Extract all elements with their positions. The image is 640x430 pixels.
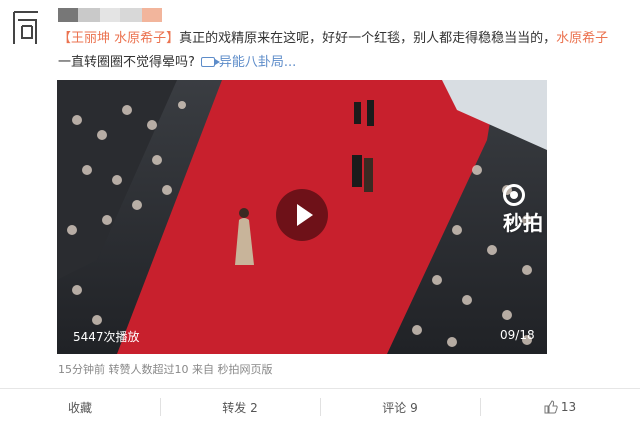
post-body-continued: 一直转圈圈不觉得晕吗?: [58, 55, 195, 70]
post-meta: 15分钟前 转赞人数超过10 来自 秒拍网页版: [58, 363, 273, 376]
play-count: 5447次播放: [73, 330, 140, 344]
video-link[interactable]: 异能八卦局...: [195, 55, 296, 70]
post-text: 【王丽坤 水原希子】真正的戏精原来在这呢，好好一个红毯，别人都走得稳稳当当的，水…: [58, 27, 640, 75]
video-duration: 09/18: [500, 328, 535, 342]
watermark-label: 秒拍: [503, 211, 543, 235]
repost-button[interactable]: 转发 2: [160, 389, 320, 425]
post-line-1: 【王丽坤 水原希子】真正的戏精原来在这呢，好好一个红毯，别人都走得稳稳当当的，水…: [58, 27, 640, 51]
play-button[interactable]: [276, 189, 328, 241]
like-button[interactable]: 13: [480, 389, 640, 425]
miaopai-watermark: 秒拍: [503, 183, 547, 236]
comment-label: 评论 9: [382, 400, 418, 415]
comment-button[interactable]: 评论 9: [320, 389, 480, 425]
collect-button[interactable]: 收藏: [0, 389, 160, 425]
video-link-icon: [200, 57, 220, 67]
thumbs-up-icon: [544, 400, 558, 414]
miaopai-icon: [503, 184, 525, 206]
topic-link[interactable]: 【王丽坤 水原希子】: [58, 31, 179, 46]
repost-label: 转发 2: [222, 400, 258, 415]
action-bar: 收藏 转发 2 评论 9 13: [0, 389, 640, 425]
post-line-2: 一直转圈圈不觉得晕吗? 异能八卦局...: [58, 51, 640, 75]
video-link-label: 异能八卦局...: [218, 55, 297, 70]
post-body: 真正的戏精原来在这呢，好好一个红毯，别人都走得稳稳当当的，: [179, 31, 557, 46]
like-count: 13: [560, 400, 577, 414]
weibo-avatar-logo[interactable]: [10, 8, 44, 48]
collect-label: 收藏: [67, 400, 92, 415]
username-blurred[interactable]: [58, 6, 166, 24]
user-mention-link[interactable]: 水原希子: [556, 31, 608, 46]
